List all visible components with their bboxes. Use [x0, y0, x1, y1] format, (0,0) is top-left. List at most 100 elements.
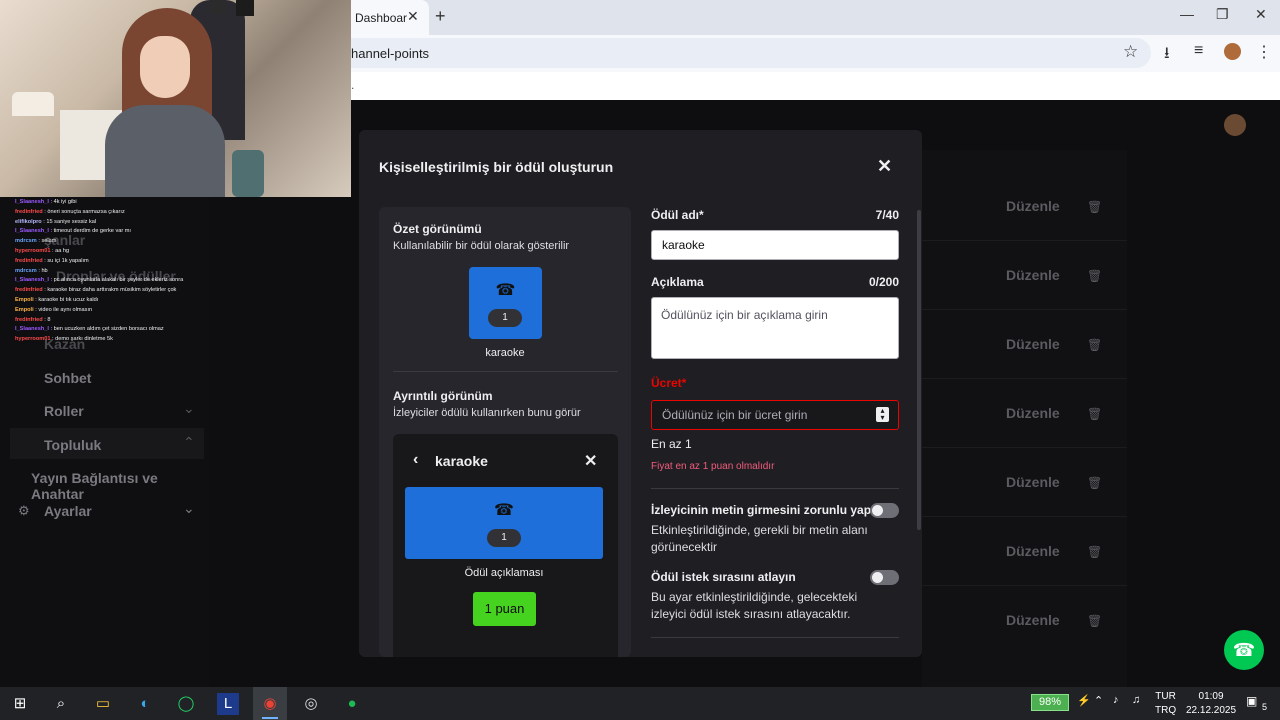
streamer-body — [105, 105, 225, 197]
sidebar-item-stream-key[interactable]: Yayın Bağlantısı ve Anahtar — [31, 470, 210, 502]
battery-indicator[interactable]: 98% — [1031, 694, 1069, 711]
trash-icon[interactable]: 🗑 — [1087, 614, 1102, 628]
summary-subtitle: Kullanılabilir bir ödül olarak gösterili… — [393, 240, 570, 252]
divider — [393, 371, 618, 372]
cost-badge: 1 — [487, 529, 521, 547]
bookmark-star-icon[interactable]: ☆ — [1123, 42, 1138, 62]
modal-scrollbar[interactable] — [917, 210, 921, 530]
chrome-icon[interactable]: ◉ — [259, 693, 281, 715]
cost-input[interactable] — [651, 400, 899, 430]
sidebar-item-settings[interactable]: Ayarlar — [44, 503, 92, 519]
edit-reward-button[interactable]: Düzenle — [1006, 267, 1060, 283]
chat-username: fredinfried — [15, 257, 43, 264]
chevron-down-icon[interactable]: ⌄ — [183, 500, 195, 517]
edge-icon[interactable]: ◐ — [134, 693, 156, 715]
volume-icon[interactable]: ♫ — [1132, 694, 1140, 706]
cost-badge: 1 — [488, 309, 522, 327]
windows-start-icon[interactable]: ⊞ — [9, 693, 31, 715]
sidebar-item-chat[interactable]: Sohbet — [44, 370, 91, 386]
tab-title: Dashboar — [355, 11, 408, 25]
detail-title: karaoke — [435, 453, 488, 469]
chevron-down-icon[interactable]: ⌄ — [183, 400, 195, 417]
user-avatar[interactable] — [1224, 114, 1246, 136]
divider — [651, 488, 899, 489]
chat-message: mdrcsm : selam — [15, 238, 56, 245]
file-explorer-icon[interactable]: ▭ — [92, 693, 114, 715]
new-tab-button[interactable]: + — [435, 6, 446, 27]
spotify-icon[interactable]: ● — [341, 693, 363, 715]
media-control-icon[interactable]: ≡ — [1194, 42, 1203, 60]
chevron-up-icon[interactable]: ⌃ — [183, 434, 195, 451]
obs-icon[interactable]: ◎ — [300, 693, 322, 715]
chat-message: fredinfried : su içi 1k yapalım — [15, 258, 89, 265]
webcam-overlay — [0, 0, 351, 197]
trash-icon[interactable]: 🗑 — [1087, 407, 1102, 421]
download-icon[interactable]: ⭳ — [1164, 42, 1170, 69]
app-l-icon[interactable]: L — [217, 693, 239, 715]
chat-text: su içi 1k yapalım — [47, 257, 89, 264]
require-text-label: İzleyicinin metin girmesini zorunlu yap — [651, 503, 872, 517]
edit-reward-button[interactable]: Düzenle — [1006, 198, 1060, 214]
profile-avatar[interactable] — [1224, 43, 1241, 60]
trash-icon[interactable]: 🗑 — [1087, 269, 1102, 283]
trash-icon[interactable]: 🗑 — [1087, 545, 1102, 559]
trash-icon[interactable]: 🗑 — [1087, 476, 1102, 490]
chat-username: Empoli — [15, 306, 34, 313]
description-textarea[interactable] — [651, 297, 899, 359]
chat-text: 4k iyi gibi — [53, 199, 77, 205]
skip-queue-toggle[interactable] — [870, 570, 899, 585]
skip-queue-label: Ödül istek sırasını atlayın — [651, 570, 796, 584]
chat-username: I_Slaanesh_I — [15, 326, 49, 333]
reward-name-input[interactable] — [651, 230, 899, 260]
edit-reward-button[interactable]: Düzenle — [1006, 405, 1060, 421]
address-bar[interactable]: hannel-points ☆ — [351, 38, 1151, 68]
detail-subtitle: İzleyiciler ödülü kullanırken bunu görür — [393, 407, 581, 419]
chat-text: pc alınca oyunlarla alakalı bir şeyler d… — [53, 277, 184, 284]
description-label: Açıklama — [651, 275, 704, 289]
chat-message: hyperroom01 : demo şarkı dinletme 5k — [15, 336, 113, 343]
chat-text: karaoke bi tık ucuz kaldı — [38, 297, 99, 303]
clock-date: 22.12.2025 — [1186, 705, 1237, 716]
window-close-icon[interactable]: ✕ — [1255, 6, 1267, 23]
url-text: hannel-points — [351, 46, 430, 61]
language-indicator[interactable]: TUR TRQ — [1155, 690, 1176, 718]
minimize-icon[interactable]: — — [1180, 6, 1194, 22]
tumbler — [232, 150, 264, 197]
edit-reward-button[interactable]: Düzenle — [1006, 336, 1060, 352]
edit-reward-button[interactable]: Düzenle — [1006, 474, 1060, 490]
edit-reward-button[interactable]: Düzenle — [1006, 543, 1060, 559]
chat-text: aa hg — [55, 248, 70, 254]
chat-text: hb — [41, 267, 48, 274]
tab-close-icon[interactable]: ✕ — [407, 8, 419, 25]
name-label: Ödül adı* — [651, 208, 704, 222]
wall-frame — [236, 0, 254, 16]
sidebar-item-roles[interactable]: Roller — [44, 403, 84, 419]
chevron-up-icon[interactable]: ⌃ — [1094, 694, 1103, 707]
trash-icon[interactable]: 🗑 — [1087, 338, 1102, 352]
search-icon[interactable]: ⌕ — [50, 693, 72, 715]
description-counter: 0/200 — [868, 275, 899, 289]
number-spinner-icon[interactable]: ▴ ▾ — [876, 407, 889, 422]
chat-message: I_Slaanesh_I : pc alınca oyunlarla alaka… — [15, 277, 183, 284]
detail-heading: Ayrıntılı görünüm — [393, 389, 493, 403]
detail-reward-card: ☎ 1 — [405, 487, 603, 559]
chat-message: Empoli : karaoke bi tık ucuz kaldı — [15, 297, 98, 304]
trash-icon[interactable]: 🗑 — [1087, 200, 1102, 214]
system-clock[interactable]: 01:09 22.12.2025 — [1186, 690, 1236, 718]
chat-message: fredinfried : 8 — [15, 317, 50, 324]
close-icon[interactable]: ✕ — [877, 156, 892, 177]
require-text-toggle[interactable] — [870, 503, 899, 518]
help-headset-button[interactable]: ☎ — [1224, 630, 1264, 670]
maximize-icon[interactable]: ❐ — [1216, 6, 1229, 23]
chat-username: elifikolpro — [15, 218, 42, 225]
microphone-icon[interactable]: ♪ — [1113, 694, 1119, 706]
treasure-chest-icon: ☎ — [495, 282, 516, 299]
treasure-chest-icon: ☎ — [494, 502, 514, 519]
bookmark-item[interactable]: . — [351, 78, 354, 92]
notification-icon[interactable]: ▣ — [1246, 694, 1257, 708]
menu-dots-icon[interactable]: ⋮ — [1256, 42, 1272, 62]
whatsapp-icon[interactable]: ◯ — [175, 693, 197, 715]
edit-reward-button[interactable]: Düzenle — [1006, 612, 1060, 628]
sidebar-item-community[interactable]: Topluluk — [44, 437, 101, 453]
browser-tab[interactable]: Dashboar ✕ — [351, 0, 429, 35]
